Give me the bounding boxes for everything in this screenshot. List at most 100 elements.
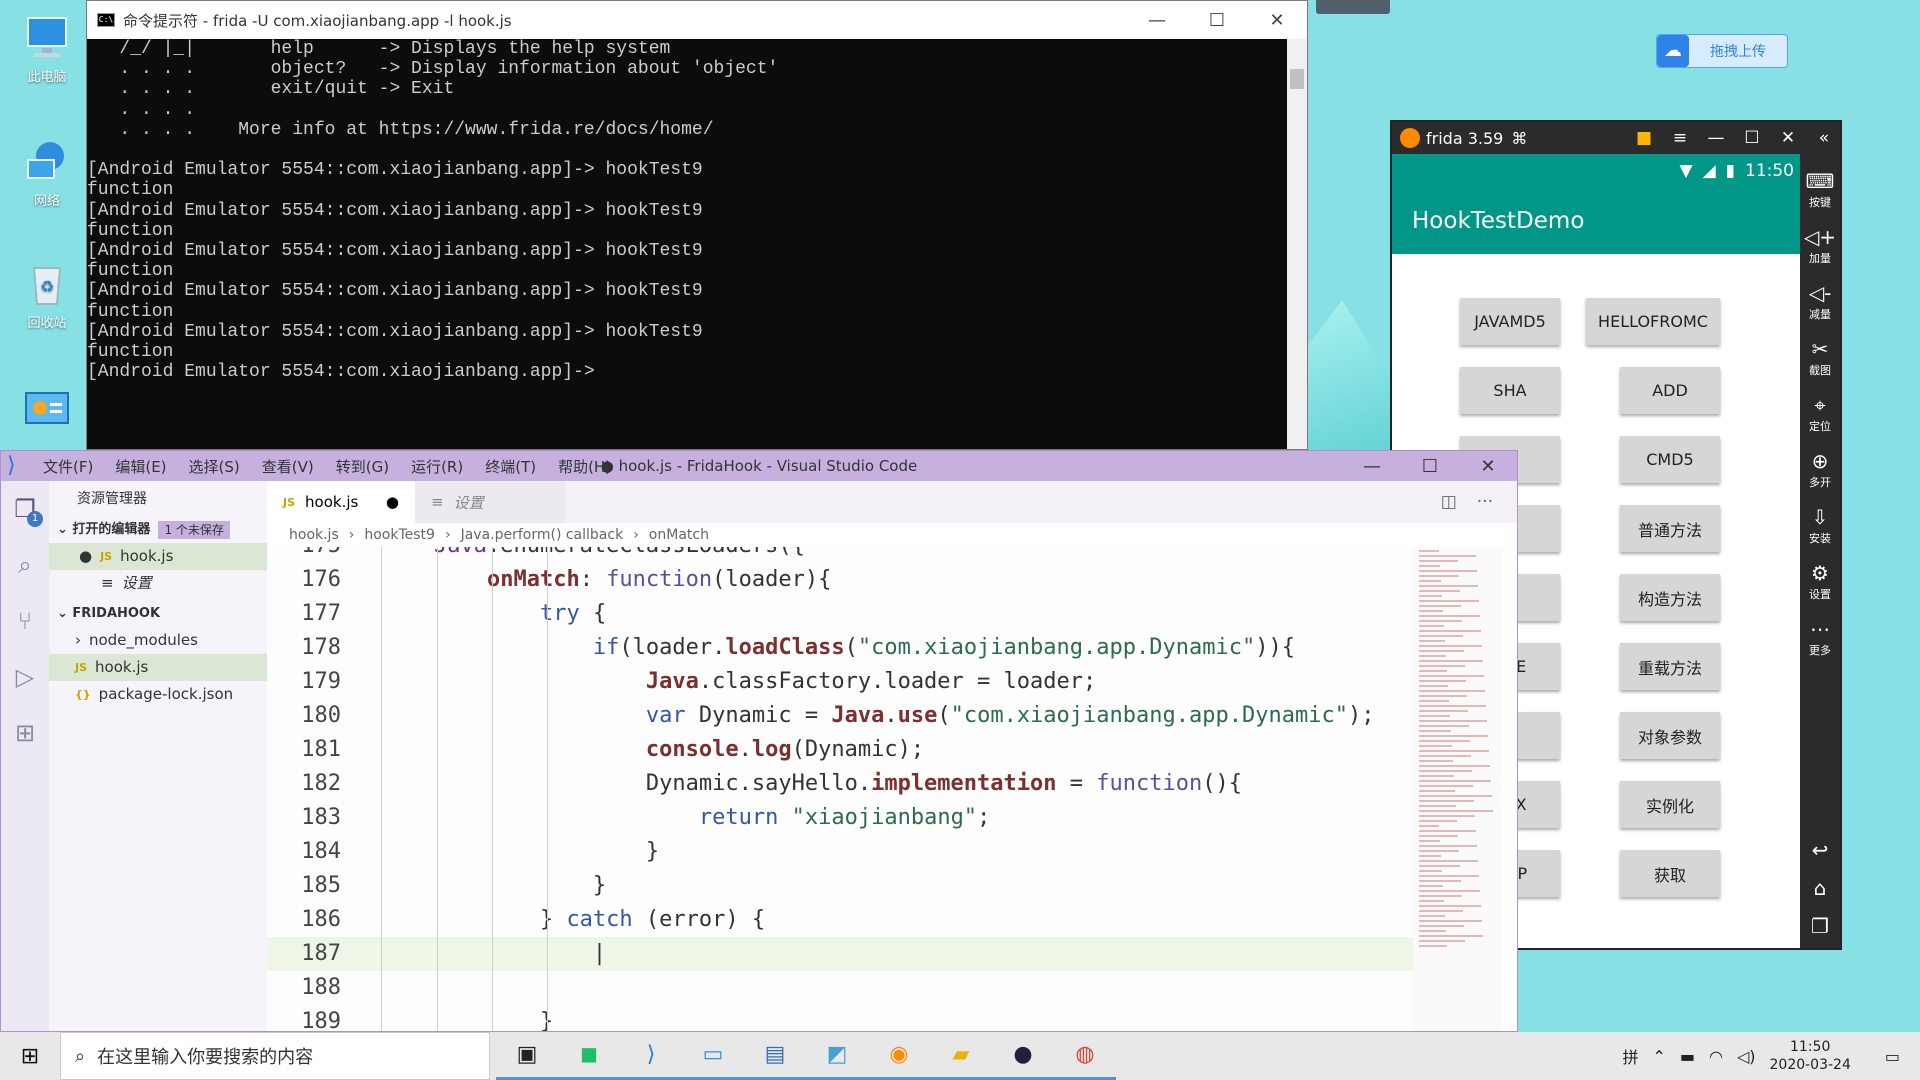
source-control-icon[interactable]: ⑂ — [1, 593, 49, 649]
upload-button[interactable]: ☁ 拖拽上传 — [1656, 34, 1788, 68]
minimize-button[interactable]: — — [1343, 456, 1401, 477]
emulator-app-icon[interactable]: ◉ — [868, 1032, 930, 1080]
code-line[interactable]: 180 var Dynamic = Java.use("com.xiaojian… — [267, 699, 1413, 733]
code-text[interactable]: console.log(Dynamic); — [381, 733, 924, 767]
code-text[interactable]: } catch (error) { — [381, 903, 765, 937]
emulator-titlebar[interactable]: frida 3.59 ⌘ ■ ≡ — ☐ ✕ « — [1392, 122, 1840, 154]
maximize-button[interactable]: ☐ — [1401, 456, 1459, 477]
code-line[interactable]: 175 Java.enumerateClassLoaders({ — [267, 547, 1413, 563]
app-button[interactable]: JAVAMD5 — [1460, 298, 1560, 345]
vscode-app-icon[interactable]: ⟩ — [620, 1032, 682, 1080]
folder-header[interactable]: ⌄ FRIDAHOOK — [49, 601, 267, 627]
tree-item-package-lock[interactable]: {} package-lock.json — [49, 681, 267, 708]
sidebar-tool[interactable]: ◁+ 加量 — [1800, 224, 1840, 266]
app-button[interactable]: HELLOFROMC — [1586, 298, 1720, 345]
volume-icon[interactable]: ◁) — [1737, 1047, 1756, 1066]
notification-icon[interactable]: ▭ — [1885, 1047, 1900, 1066]
breadcrumb-item[interactable]: hookTest9 — [364, 527, 435, 543]
sidebar-tool[interactable]: ✂ 截图 — [1800, 336, 1840, 378]
breadcrumb-item[interactable]: Java.perform() callback — [461, 527, 624, 543]
minimize-button[interactable]: — — [1700, 128, 1732, 148]
code-line[interactable]: 189 } — [267, 1005, 1413, 1031]
code-text[interactable]: | — [381, 937, 606, 971]
cmd-titlebar[interactable]: C:\ 命令提示符 - frida -U com.xiaojianbang.ap… — [87, 1, 1307, 39]
cmd-output[interactable]: /_/ |_| help -> Displays the help system… — [87, 39, 1307, 382]
sidebar-tool[interactable]: ⚙ 设置 — [1800, 560, 1840, 602]
app-button[interactable]: 实例化 — [1620, 781, 1720, 828]
sidebar-tool[interactable]: ⌖ 定位 — [1800, 392, 1840, 434]
code-line[interactable]: 178 if(loader.loadClass("com.xiaojianban… — [267, 631, 1413, 665]
back-icon[interactable]: ↩ — [1800, 838, 1840, 862]
dark-app-icon[interactable]: ● — [992, 1032, 1054, 1080]
computer-app-icon[interactable]: ▭ — [682, 1032, 744, 1080]
desktop-icon-recycle-bin[interactable]: ♻ 回收站 — [12, 258, 82, 331]
gift-icon[interactable]: ■ — [1628, 128, 1660, 148]
split-editor-icon[interactable]: ◫ — [1441, 492, 1457, 512]
code-text[interactable]: if(loader.loadClass("com.xiaojianbang.ap… — [381, 631, 1295, 665]
menu-item[interactable]: 运行(R) — [411, 456, 463, 477]
taskbar-search[interactable]: ⌕ 在这里输入你要搜索的内容 — [60, 1032, 490, 1080]
code-text[interactable]: } — [381, 1005, 553, 1031]
menu-item[interactable]: 文件(F) — [43, 456, 93, 477]
cmd-app-icon[interactable]: ▣ — [496, 1032, 558, 1080]
minimize-button[interactable]: — — [1127, 10, 1187, 31]
app-button[interactable]: CMD5 — [1620, 436, 1720, 483]
network-icon[interactable]: ◠ — [1709, 1047, 1723, 1066]
app-button[interactable]: 构造方法 — [1620, 574, 1720, 621]
app-button[interactable]: 重载方法 — [1620, 643, 1720, 690]
app-button[interactable]: SHA — [1460, 367, 1560, 414]
code-text[interactable]: Java.enumerateClassLoaders({ — [381, 547, 805, 563]
tab-hookjs[interactable]: JS hook.js ● — [267, 481, 415, 523]
code-text[interactable]: Java.classFactory.loader = loader; — [381, 665, 1096, 699]
file-explorer-icon[interactable]: ▰ — [930, 1032, 992, 1080]
extensions-icon[interactable]: ⊞ — [1, 705, 49, 761]
code-line[interactable]: 188 — [267, 971, 1413, 1005]
desktop-icon-app[interactable] — [12, 385, 82, 439]
maximize-button[interactable]: ☐ — [1187, 10, 1247, 31]
code-text[interactable]: } — [381, 835, 659, 869]
menu-item[interactable]: 终端(T) — [485, 456, 536, 477]
menu-item[interactable]: 编辑(E) — [115, 456, 166, 477]
collapse-icon[interactable]: « — [1808, 128, 1840, 148]
maximize-button[interactable]: ☐ — [1736, 128, 1768, 148]
breadcrumb-item[interactable]: hook.js — [289, 527, 339, 543]
code-line[interactable]: 185 } — [267, 869, 1413, 903]
app-button[interactable]: 普通方法 — [1620, 505, 1720, 552]
menu-icon[interactable]: ≡ — [1664, 128, 1696, 148]
code-editor[interactable]: 175 Java.enumerateClassLoaders({176 onMa… — [267, 547, 1413, 1031]
code-text[interactable]: return "xiaojianbang"; — [381, 801, 990, 835]
code-line[interactable]: 182 Dynamic.sayHello.implementation = fu… — [267, 767, 1413, 801]
home-icon[interactable]: ⌂ — [1800, 876, 1840, 900]
cmd-window[interactable]: C:\ 命令提示符 - frida -U com.xiaojianbang.ap… — [86, 0, 1308, 450]
tree-item-hookjs[interactable]: JS hook.js — [49, 654, 267, 681]
sidebar-tool[interactable]: ⇩ 安装 — [1800, 504, 1840, 546]
vscode-window[interactable]: ⟩ 文件(F) 编辑(E) 选择(S) 查看(V) 转到(G) 运行(R) 终端(T) 帮助(… — [0, 450, 1518, 1032]
open-editors-header[interactable]: ⌄ 打开的编辑器 1 个未保存 — [49, 517, 267, 543]
menu-item[interactable]: 选择(S) — [189, 456, 240, 477]
breadcrumb-item[interactable]: onMatch — [649, 527, 709, 543]
desktop-icon-network[interactable]: 网络 — [12, 136, 82, 209]
search-icon[interactable]: ⌕ — [1, 537, 49, 593]
code-text[interactable]: var Dynamic = Java.use("com.xiaojianbang… — [381, 699, 1375, 733]
dirty-dot-icon[interactable]: ● — [386, 493, 399, 511]
code-line[interactable]: 187 | — [267, 937, 1413, 971]
more-actions-icon[interactable]: ··· — [1477, 492, 1493, 512]
code-line[interactable]: 177 try { — [267, 597, 1413, 631]
code-text[interactable]: } — [381, 869, 606, 903]
clock[interactable]: 11:50 2020-03-24 — [1770, 1038, 1851, 1074]
code-text[interactable]: try { — [381, 597, 606, 631]
window-app-icon[interactable]: ▤ — [744, 1032, 806, 1080]
menu-item[interactable]: 查看(V) — [262, 456, 314, 477]
open-editor-settings[interactable]: ≡ 设置 — [49, 570, 267, 597]
chevron-up-icon[interactable]: ⌃ — [1652, 1047, 1665, 1066]
app-button[interactable]: 获取 — [1620, 850, 1720, 897]
explorer-icon[interactable]: ❐ 1 — [1, 481, 49, 537]
code-text[interactable]: Dynamic.sayHello.implementation = functi… — [381, 767, 1242, 801]
close-button[interactable]: ✕ — [1459, 456, 1517, 477]
sidebar-tool[interactable]: ⌨ 按键 — [1800, 168, 1840, 210]
cmd-scrollbar[interactable] — [1287, 39, 1307, 449]
minimized-window[interactable] — [1316, 0, 1390, 14]
vscode-titlebar[interactable]: ⟩ 文件(F) 编辑(E) 选择(S) 查看(V) 转到(G) 运行(R) 终端(T) 帮助(… — [1, 451, 1517, 481]
desktop-icon-this-pc[interactable]: 此电脑 — [12, 12, 82, 85]
sidebar-tool[interactable]: ◁- 减量 — [1800, 280, 1840, 322]
